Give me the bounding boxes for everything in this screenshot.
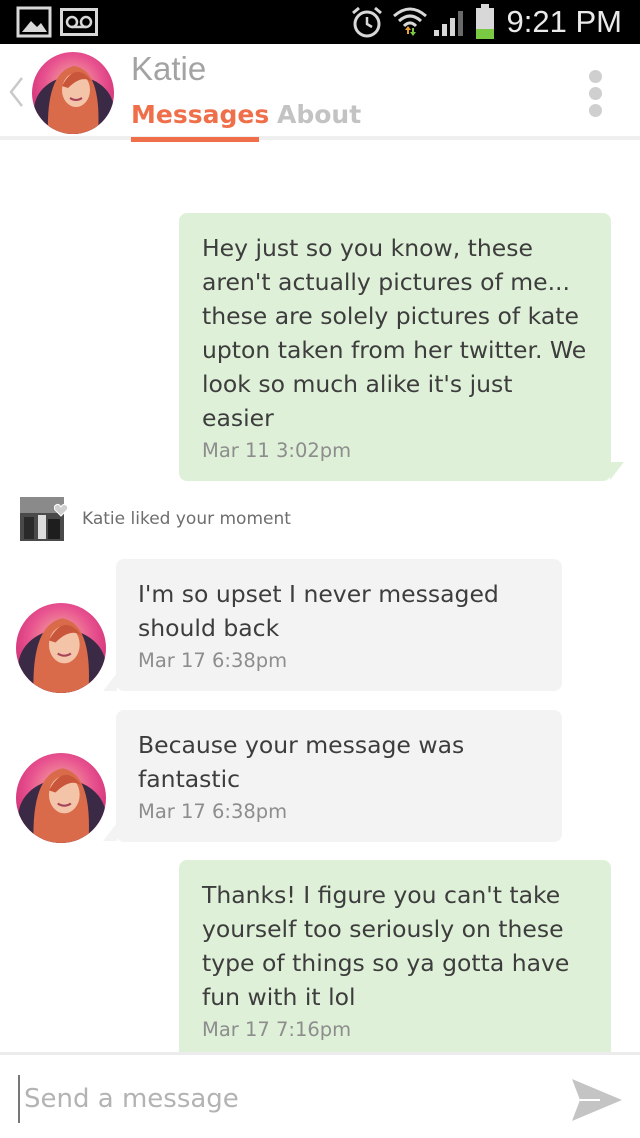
bubble-tail bbox=[103, 823, 117, 841]
bubble-tail bbox=[103, 673, 117, 691]
heart-icon bbox=[54, 503, 68, 517]
message-outgoing: Thanks! I figure you can't take yourself… bbox=[179, 860, 611, 1060]
alarm-icon bbox=[352, 6, 382, 38]
contact-avatar[interactable] bbox=[32, 52, 114, 134]
wifi-icon bbox=[393, 7, 427, 36]
send-icon[interactable] bbox=[570, 1075, 624, 1125]
message-input[interactable] bbox=[18, 1075, 538, 1123]
message-time: Mar 17 6:38pm bbox=[138, 800, 288, 823]
tab-about[interactable]: About bbox=[277, 100, 361, 129]
active-tab-indicator bbox=[131, 137, 259, 142]
message-incoming: I'm so upset I never messaged should bac… bbox=[116, 559, 562, 691]
clock: 9:21 PM bbox=[506, 4, 622, 39]
signal-icon bbox=[434, 11, 463, 36]
message-text: Thanks! I figure you can't take yourself… bbox=[202, 881, 570, 1011]
voicemail-icon bbox=[60, 8, 98, 36]
message-incoming: Because your message was fantastic Mar 1… bbox=[116, 710, 562, 842]
message-text: Hey just so you know, these aren't actua… bbox=[202, 234, 587, 432]
gallery-icon bbox=[16, 6, 52, 38]
message-time: Mar 17 7:16pm bbox=[202, 1018, 352, 1041]
bubble-tail bbox=[610, 462, 624, 480]
back-chevron-icon[interactable] bbox=[6, 74, 26, 110]
message-text: Because your message was fantastic bbox=[138, 731, 465, 793]
battery-icon bbox=[476, 4, 494, 39]
moment-text: Katie liked your moment bbox=[82, 509, 291, 529]
contact-name: Katie bbox=[131, 50, 207, 87]
status-bar: 9:21 PM bbox=[0, 0, 640, 44]
message-outgoing: Hey just so you know, these aren't actua… bbox=[179, 213, 611, 481]
message-text: I'm so upset I never messaged should bac… bbox=[138, 580, 499, 642]
chat-header: Katie Messages About bbox=[0, 44, 640, 142]
tab-messages[interactable]: Messages bbox=[131, 100, 269, 129]
contact-avatar[interactable] bbox=[16, 753, 106, 843]
message-time: Mar 17 6:38pm bbox=[138, 649, 288, 672]
message-composer bbox=[0, 1052, 640, 1138]
message-time: Mar 11 3:02pm bbox=[202, 439, 352, 462]
overflow-menu-icon[interactable] bbox=[584, 70, 606, 120]
contact-avatar[interactable] bbox=[16, 603, 106, 693]
